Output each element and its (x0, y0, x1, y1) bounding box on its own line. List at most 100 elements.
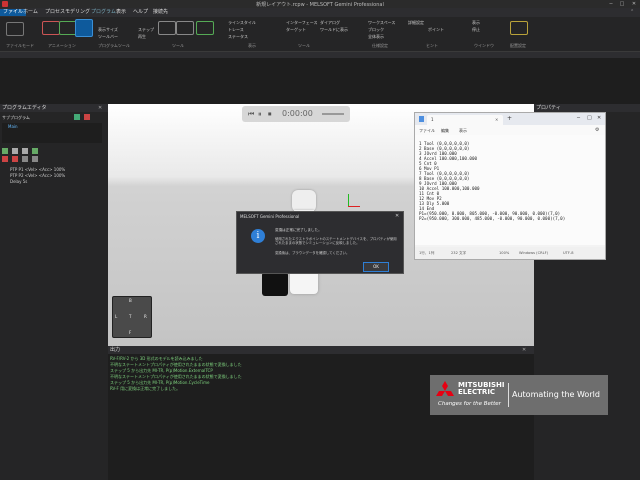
menu-home[interactable]: ホーム (20, 9, 41, 16)
ribbon-item-fit[interactable]: 全体表示 (368, 34, 384, 40)
ribbon-group-label: ヒント (426, 43, 438, 48)
ribbon-item-toolbar[interactable]: ツールバー (98, 34, 118, 40)
menu-view[interactable]: 表示 (113, 9, 129, 16)
nav-cube[interactable]: B L T R F (112, 296, 152, 338)
info-dialog[interactable]: MELSOFT Gemini Professional ✕ i 変換は正常に完了… (236, 211, 404, 274)
ribbon-tool2-button[interactable] (176, 21, 194, 35)
pause-icon[interactable]: ⏸ (258, 110, 262, 119)
ribbon-item-view[interactable]: 表示 (472, 20, 480, 26)
ribbon-arrow-button[interactable] (196, 21, 214, 35)
ribbon: 表示サイズ ツールバー ステップ 再生 ラインスタイル トレース ステータス イ… (0, 17, 640, 52)
nav-cube-bottom[interactable]: F (129, 330, 131, 335)
nav-cube-right[interactable]: R (144, 314, 147, 319)
ribbon-item-line-style[interactable]: ラインスタイル (228, 20, 256, 26)
mitsubishi-electric-banner: MITSUBISHI ELECTRIC Changes for the Bett… (430, 375, 608, 415)
ribbon-item-play[interactable]: 再生 (138, 34, 146, 40)
notepad-maximize-icon[interactable]: □ (587, 115, 592, 121)
speed-slider[interactable] (322, 113, 344, 115)
ribbon-item-block[interactable]: ブロック (368, 27, 384, 33)
ribbon-item-dialog[interactable]: ダイアログ (320, 20, 340, 26)
minimize-button[interactable]: ─ (606, 0, 616, 8)
ribbon-item-world[interactable]: ワールドに表示 (320, 27, 348, 33)
output-title: 出力 (108, 346, 534, 354)
notepad-menu-view[interactable]: 表示 (459, 128, 467, 134)
ribbon-tool-button[interactable] (158, 21, 176, 35)
tool-icon[interactable] (12, 148, 18, 154)
notepad-close-icon[interactable]: ✕ (597, 115, 601, 121)
ribbon-item-workspace[interactable]: ワークスペース (368, 20, 395, 26)
dialog-close-icon[interactable]: ✕ (395, 213, 399, 219)
app-logo-icon (2, 1, 8, 7)
ribbon-item-step[interactable]: ステップ (138, 27, 154, 33)
robot-link-upper (292, 190, 316, 212)
notepad-tab[interactable]: 1 ✕ (427, 115, 503, 125)
tool-icon[interactable] (22, 148, 28, 154)
program-line[interactable]: PTP P1 <Vel> <Acc> 100% (10, 167, 65, 172)
program-line[interactable]: PTP P2 <Vel> <Acc> 100% (10, 173, 65, 178)
editor-toolbar (2, 148, 102, 162)
robot-motor (262, 272, 288, 296)
panel-close-icon[interactable]: ✕ (98, 105, 102, 111)
ribbon-mode-button[interactable] (6, 22, 24, 36)
notepad-window[interactable]: 1 ✕ + ─ □ ✕ ファイル 編集 表示 ⚙ 1 Tool (0,0,0,0… (414, 112, 606, 260)
axis-marker-green (348, 194, 349, 206)
close-button[interactable]: ✕ (629, 0, 639, 8)
tool-icon[interactable] (22, 156, 28, 162)
tab-close-icon[interactable]: ✕ (495, 117, 498, 122)
status-zoom: 100% (499, 251, 510, 255)
ribbon-item-target[interactable]: ターゲット (286, 27, 306, 33)
delete-program-icon[interactable] (84, 114, 90, 120)
tree-view: Main (2, 123, 102, 143)
notepad-editor[interactable]: 1 Tool (0,0,0,0,0,0) 2 Base (0,0,0,0,0,0… (415, 135, 605, 245)
dialog-ok-button[interactable]: OK (363, 262, 389, 272)
ribbon-item-stop[interactable]: 停止 (472, 27, 480, 33)
ribbon-group-label: ツール (298, 43, 310, 48)
menu-help[interactable]: ヘルプ (130, 9, 151, 16)
stop-icon[interactable]: ⏹ (268, 110, 272, 119)
notepad-tab-label: 1 (431, 117, 434, 122)
dialog-message-1: 変換は正常に完了しました。 (275, 228, 322, 232)
ribbon-group-label: 配置設定 (510, 43, 526, 48)
ribbon-collapse-icon[interactable]: ⌃ (630, 9, 634, 15)
sub-program-heading: サブプログラム (2, 115, 30, 120)
notepad-app-icon (419, 116, 424, 122)
ribbon-item-interface[interactable]: インターフェース (286, 20, 318, 26)
tool-icon[interactable] (32, 148, 38, 154)
tool-icon[interactable] (12, 156, 18, 162)
status-encoding: UTF-8 (563, 251, 574, 255)
settings-gear-icon[interactable]: ⚙ (595, 127, 599, 133)
ribbon-config-button[interactable] (510, 21, 528, 35)
maximize-button[interactable]: □ (617, 0, 627, 8)
menu-connect[interactable]: 接続先 (150, 9, 171, 16)
notepad-menu-file[interactable]: ファイル (419, 128, 435, 134)
rewind-icon[interactable]: ⏮ (248, 110, 254, 119)
nav-cube-left[interactable]: L (115, 314, 117, 319)
tool-icon[interactable] (2, 156, 8, 162)
nav-cube-center[interactable]: T (129, 314, 131, 319)
ribbon-group-label: アニメーション (48, 43, 76, 48)
ribbon-item-point[interactable]: ポイント (428, 27, 444, 33)
tool-icon[interactable] (32, 156, 38, 162)
ribbon-item-trace[interactable]: トレース (228, 27, 244, 33)
ribbon-item-display-size[interactable]: 表示サイズ (98, 27, 118, 33)
ribbon-group-label: プログラムツール (98, 43, 130, 48)
ribbon-active-button[interactable] (75, 19, 93, 37)
status-eol: Windows (CRLF) (519, 251, 549, 255)
notepad-menu-edit[interactable]: 編集 (441, 128, 449, 134)
new-tab-icon[interactable]: + (507, 115, 512, 122)
notepad-menubar: ファイル 編集 表示 ⚙ (415, 125, 605, 135)
tool-icon[interactable] (2, 148, 8, 154)
ribbon-record-button[interactable] (42, 21, 60, 35)
tree-item-main[interactable]: Main (8, 124, 18, 129)
sub-toolbar (0, 52, 640, 58)
ribbon-item-detail[interactable]: 詳細設定 (408, 20, 424, 26)
program-line[interactable]: Delay 5s (10, 179, 27, 184)
notepad-minimize-icon[interactable]: ─ (577, 115, 580, 121)
ribbon-item-status[interactable]: ステータス (228, 34, 248, 40)
nav-cube-top[interactable]: B (129, 298, 132, 303)
program-editor-panel: プログラムエディタ ✕ サブプログラム Main PTP P1 <Vel> <A… (0, 104, 108, 480)
add-program-icon[interactable] (74, 114, 80, 120)
dialog-message-3: 変換後は、ブラウンデータを確認してください。 (275, 251, 350, 255)
ribbon-group-label: 仕様設定 (372, 43, 388, 48)
output-close-icon[interactable]: ✕ (522, 347, 526, 353)
